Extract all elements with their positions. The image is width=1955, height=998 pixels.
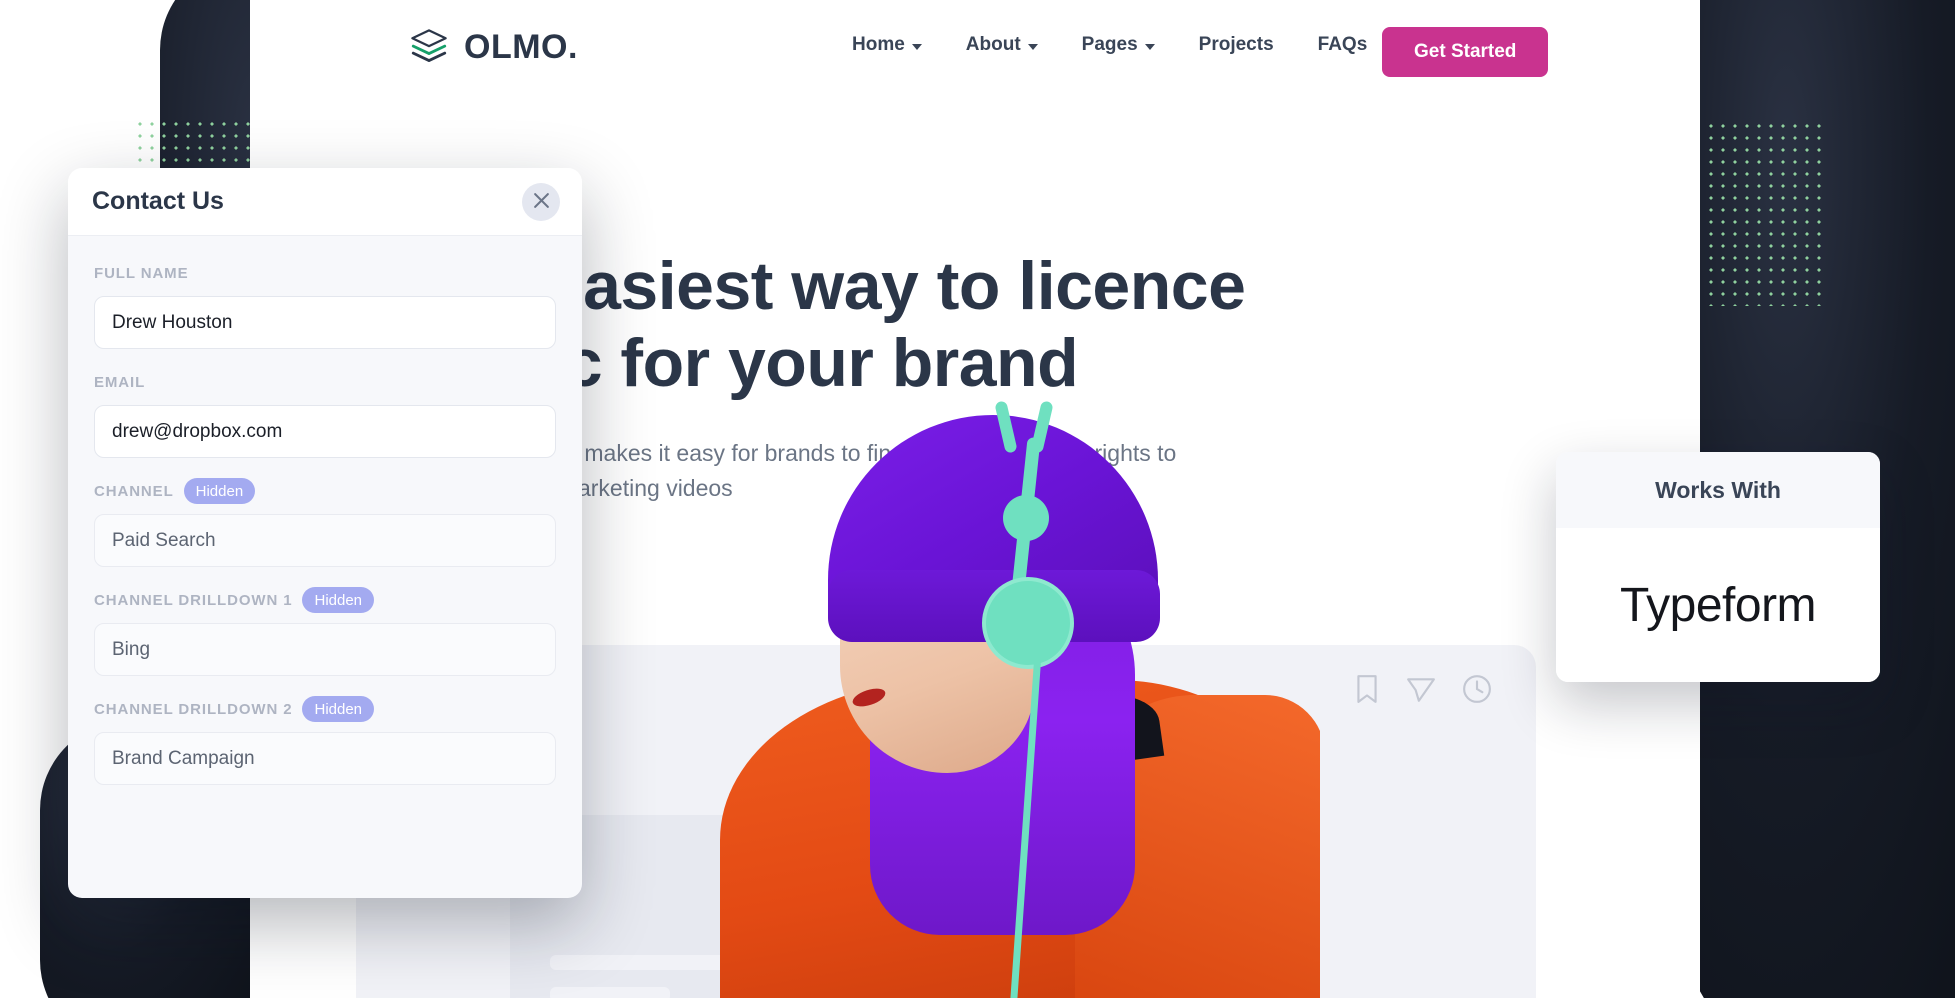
modal-body: FULL NAME EMAIL CHANNEL Hidden CHA xyxy=(68,236,582,785)
field-label: CHANNEL xyxy=(94,482,174,500)
chevron-down-icon xyxy=(1027,44,1038,50)
nav-label-about: About xyxy=(965,34,1021,55)
field-label-row: FULL NAME xyxy=(94,260,556,286)
brand-logo[interactable]: OLMO. xyxy=(408,26,578,68)
screenshot-stage: OLMO. Home About Pages Projects FAQs Get… xyxy=(0,0,1955,998)
modal-title: Contact Us xyxy=(92,187,224,215)
hidden-badge: Hidden xyxy=(302,696,375,722)
nav-label-pages: Pages xyxy=(1081,34,1138,55)
nav-item-faqs[interactable]: FAQs xyxy=(1296,34,1390,56)
send-icon[interactable] xyxy=(1406,675,1436,703)
channel-drilldown-1-input[interactable] xyxy=(94,623,556,676)
nav-item-home[interactable]: Home xyxy=(830,34,944,56)
works-with-product: Typeform xyxy=(1556,528,1880,682)
hidden-badge: Hidden xyxy=(302,587,375,613)
works-with-card: Works With Typeform xyxy=(1556,452,1880,682)
channel-input[interactable] xyxy=(94,514,556,567)
field-label: FULL NAME xyxy=(94,264,189,282)
modal-header: Contact Us xyxy=(68,168,582,236)
clock-icon[interactable] xyxy=(1462,674,1492,704)
close-icon xyxy=(533,192,550,212)
hero-photo-woman-with-headphones xyxy=(700,395,1320,998)
bookmark-icon[interactable] xyxy=(1354,674,1380,704)
full-name-input[interactable] xyxy=(94,296,556,349)
nav-item-pages[interactable]: Pages xyxy=(1060,34,1177,56)
field-channel: CHANNEL Hidden xyxy=(94,478,556,567)
email-input[interactable] xyxy=(94,405,556,458)
field-full-name: FULL NAME xyxy=(94,260,556,349)
dot-pattern-top-right xyxy=(1705,120,1825,306)
nav-label-home: Home xyxy=(852,34,905,55)
brand-name: OLMO. xyxy=(464,28,578,66)
works-with-heading: Works With xyxy=(1556,452,1880,528)
nav-links: Home About Pages Projects FAQs xyxy=(830,34,1389,56)
stacked-layers-icon xyxy=(408,26,450,68)
field-label-row: EMAIL xyxy=(94,369,556,395)
mockup-placeholder-line xyxy=(550,987,670,998)
contact-us-modal: Contact Us FULL NAME EMAIL xyxy=(68,168,582,898)
field-label: CHANNEL DRILLDOWN 2 xyxy=(94,700,293,718)
mockup-icon-group xyxy=(1354,674,1492,704)
nav-item-about[interactable]: About xyxy=(944,34,1060,56)
navbar: OLMO. Home About Pages Projects FAQs Get… xyxy=(250,0,1700,113)
nav-item-projects[interactable]: Projects xyxy=(1177,34,1296,56)
get-started-button[interactable]: Get Started xyxy=(1382,27,1549,77)
channel-drilldown-2-input[interactable] xyxy=(94,732,556,785)
field-label: CHANNEL DRILLDOWN 1 xyxy=(94,591,293,609)
nav-label-projects: Projects xyxy=(1198,34,1274,55)
field-label-row: CHANNEL DRILLDOWN 1 Hidden xyxy=(94,587,556,613)
nav-label-faqs: FAQs xyxy=(1317,34,1368,55)
chevron-down-icon xyxy=(911,44,922,50)
field-label-row: CHANNEL DRILLDOWN 2 Hidden xyxy=(94,696,556,722)
field-email: EMAIL xyxy=(94,369,556,458)
field-channel-drilldown-1: CHANNEL DRILLDOWN 1 Hidden xyxy=(94,587,556,676)
field-label-row: CHANNEL Hidden xyxy=(94,478,556,504)
field-channel-drilldown-2: CHANNEL DRILLDOWN 2 Hidden xyxy=(94,696,556,785)
chevron-down-icon xyxy=(1144,44,1155,50)
hidden-badge: Hidden xyxy=(183,478,256,504)
close-button[interactable] xyxy=(522,182,560,221)
field-label: EMAIL xyxy=(94,373,146,391)
